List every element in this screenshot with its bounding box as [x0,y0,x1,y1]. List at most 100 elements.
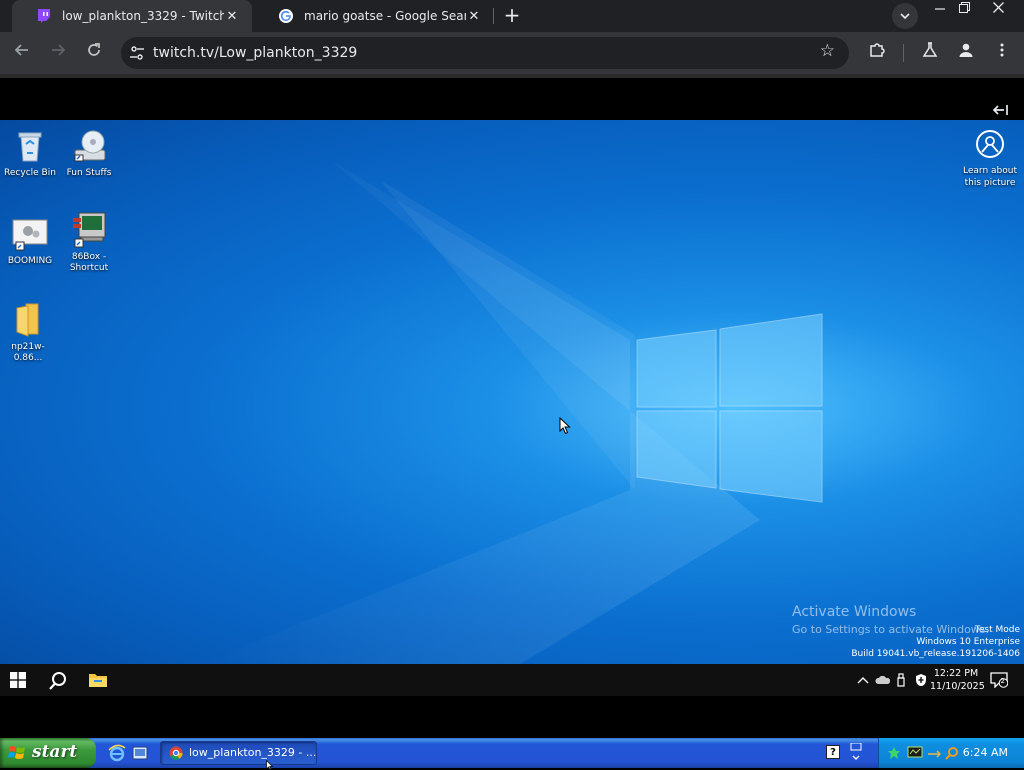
cd-drive-icon [71,128,107,164]
internet-explorer-icon[interactable] [108,744,126,762]
show-desktop-icon[interactable] [131,744,149,762]
np21w-folder[interactable]: np21w-0.86... [0,302,58,364]
url-text[interactable]: twitch.tv/Low_plankton_3329 [153,37,357,69]
start-label: start [32,742,78,762]
learn-about-label: Learn about this picture [963,166,1017,188]
computer-icon [71,212,107,248]
clock-date: 11/10/2025 [930,681,985,692]
icon-label: 86Box - Shortcut [69,252,109,273]
win10-taskbar: 12:22 PM 11/10/2025 2 [0,664,1024,696]
taskbar-window-title: low_plankton_3329 - ... [189,746,317,759]
icon-label: Recycle Bin [4,168,56,178]
close-icon[interactable]: ✕ [466,9,482,24]
tab-title: low_plankton_3329 - Twitch [62,9,224,23]
xp-taskbar: start low_plankton_3329 - ... ? 6:24 AM [0,738,1024,770]
arrow-right-icon [52,44,66,56]
labs-button[interactable] [918,41,942,65]
recycle-bin-shortcut[interactable]: Recycle Bin [0,128,60,179]
network-icon[interactable] [887,746,901,760]
stream-bottom-band [0,696,1024,738]
reload-icon [88,43,100,56]
fun-stuffs-shortcut[interactable]: Fun Stuffs [59,128,119,179]
test-mode-info: Test Mode Windows 10 Enterprise Build 19… [851,624,1020,660]
toolbar-divider [903,44,904,62]
camera-icon [976,130,1004,158]
defender-icon[interactable] [914,673,928,687]
test-mode-label: Test Mode [974,625,1020,635]
scroll-arrows-icon[interactable] [850,743,862,763]
xp-flag-icon [8,746,25,759]
icon-label: Fun Stuffs [66,168,112,178]
restore-icon [958,2,970,13]
file-explorer-icon[interactable] [89,672,107,688]
clock-time: 12:22 PM [933,668,979,679]
chevron-up-icon[interactable] [857,674,869,686]
menu-button[interactable] [990,41,1014,65]
flask-icon [922,42,938,57]
arrow-left-icon [14,44,28,56]
tab-title: mario goatse - Google Search [304,9,466,23]
taskbar-window-button[interactable]: low_plankton_3329 - ... [160,741,317,765]
reload-button[interactable] [82,41,106,65]
address-bar[interactable]: twitch.tv/Low_plankton_3329 ☆ [121,37,849,69]
browser-toolbar: twitch.tv/Low_plankton_3329 ☆ [0,32,1024,74]
search-tray-icon[interactable] [945,746,959,760]
person-icon [959,43,973,57]
tab-strip: low_plankton_3329 - Twitch ✕ mario goats… [0,0,1024,32]
windows-start-icon[interactable] [10,672,26,688]
mouse-cursor-icon [559,417,571,435]
connection-icon[interactable] [927,748,941,758]
profile-button[interactable] [954,41,978,65]
tab-search-button[interactable] [892,3,918,29]
forward-button[interactable] [46,41,70,65]
twitch-icon [36,8,52,24]
windows-logo [636,313,823,503]
stream-desktop: Recycle Bin Fun Stuffs BOOMING 86Box - S… [0,120,1024,664]
restore-button[interactable] [951,0,977,20]
notifications-button[interactable]: 2 [990,672,1009,689]
edition-label: Windows 10 Enterprise [916,637,1020,647]
puzzle-icon [870,43,885,57]
tab-divider [493,8,494,24]
back-button[interactable] [10,41,34,65]
build-label: Build 19041.vb_release.191206-1406 [851,649,1020,659]
search-icon[interactable] [48,671,68,691]
86box-shortcut[interactable]: 86Box - Shortcut [59,212,119,274]
window-close-button[interactable] [985,0,1011,20]
minimize-button[interactable] [927,0,953,20]
win10-clock[interactable]: 12:22 PM 11/10/2025 [930,667,985,693]
icon-label: BOOMING [7,256,53,266]
close-icon[interactable]: ✕ [224,9,240,24]
icon-label: np21w-0.86... [11,342,45,363]
site-info-icon[interactable] [129,45,145,61]
chrome-icon [169,746,183,760]
folder-icon [10,302,46,338]
google-icon [278,8,294,24]
close-icon [992,2,1004,13]
monitor-tray-icon[interactable] [907,746,923,760]
xp-clock[interactable]: 6:24 AM [963,746,1008,759]
tab-twitch[interactable]: low_plankton_3329 - Twitch ✕ [12,0,252,32]
new-tab-button[interactable]: + [500,4,524,28]
settings-window-icon [12,216,48,252]
activate-heading: Activate Windows [792,604,917,620]
learn-about-picture[interactable]: Learn about this picture [958,130,1022,189]
onedrive-icon[interactable] [875,674,890,686]
help-icon[interactable]: ? [826,745,840,759]
xp-start-button[interactable]: start [0,738,96,768]
extensions-button[interactable] [865,41,889,65]
recycle-bin-icon [12,128,48,164]
wallpaper-light-beams [200,160,823,664]
mouse-cursor-icon [266,760,274,770]
minimize-icon [935,8,945,10]
bookmark-star-icon[interactable]: ☆ [820,41,835,61]
booming-shortcut[interactable]: BOOMING [0,216,60,267]
tab-google-search[interactable]: mario goatse - Google Search ✕ [254,0,494,32]
collapse-sidebar-icon[interactable] [992,104,1008,120]
notification-count: 2 [1000,677,1005,685]
xp-system-tray: 6:24 AM [878,738,1024,768]
more-vertical-icon [1000,43,1004,57]
stream-header-band [0,78,1024,120]
chevron-down-icon [900,13,910,20]
usb-icon[interactable] [896,673,906,687]
